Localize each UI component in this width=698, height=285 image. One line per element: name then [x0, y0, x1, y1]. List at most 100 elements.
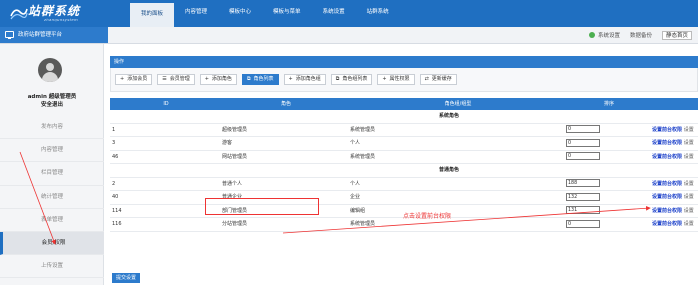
cell-id: 1: [112, 126, 116, 133]
toolbar-button[interactable]: + 添加角色: [199, 74, 237, 85]
sort-input[interactable]: 132: [566, 192, 600, 201]
cell-action: 设置前台权限 设置: [652, 205, 698, 218]
cell-action: 设置前台权限 设置: [652, 124, 698, 137]
set-link[interactable]: 设置: [684, 181, 694, 187]
toolbar-button-label: 添加会员: [127, 76, 148, 82]
cell-sort: 131: [566, 205, 652, 218]
data-backup-link[interactable]: 数据备份: [630, 31, 652, 39]
sort-input[interactable]: 131: [566, 206, 600, 214]
table-row: 116 分站管理员 系统管理员 0 设置前台权限 设置: [110, 218, 698, 232]
table-header: ID 角色 角色组/组型 排序: [110, 98, 698, 110]
nav-item[interactable]: 我的面板: [130, 0, 175, 27]
toolbar-button[interactable]: + 属性权限: [377, 74, 415, 85]
platform-label: 政府站群管理平台: [18, 32, 63, 38]
sort-input[interactable]: 0: [566, 125, 600, 133]
nav-item[interactable]: 内容管理: [174, 0, 218, 27]
set-frontend-permission-link[interactable]: 设置前台权限: [652, 181, 682, 187]
sidebar: admin 超级管理员 安全退出 发布内容 内容管理 栏目管理 统计管理 表单管理 会员/…: [0, 44, 104, 285]
cell-id: 46: [112, 153, 119, 160]
sort-input[interactable]: 0: [566, 219, 600, 228]
toolbar-button[interactable]: ⧉ 角色组列表: [330, 74, 373, 85]
avatar-head: [46, 63, 54, 71]
toolbar: + 添加会员 ☰ 会员管理 + 添加角色 ⧉ 角色列表 + 添加角色组 ⧉ 角色组列表 + 属性权限 ⇄ 更新…: [110, 68, 698, 92]
toolbar-button[interactable]: ☰ 会员管理: [157, 74, 195, 85]
set-frontend-permission-link[interactable]: 设置前台权限: [652, 194, 682, 200]
sidebar-item[interactable]: 栏目管理: [0, 162, 104, 186]
static-home-button[interactable]: 静态首页: [661, 30, 692, 40]
cell-sort: 0: [566, 218, 652, 231]
avatar[interactable]: [38, 58, 62, 82]
toolbar-button-label: 添加角色: [211, 76, 232, 82]
cell-action: 设置前台权限 设置: [652, 191, 698, 204]
toolbar-button-icon: ⧉: [246, 76, 251, 82]
set-frontend-permission-link[interactable]: 设置前台权限: [652, 208, 682, 214]
submit-button[interactable]: 提交设置: [112, 273, 141, 283]
set-frontend-permission-link[interactable]: 设置前台权限: [652, 221, 682, 227]
header-sort: 排序: [603, 101, 614, 107]
nav-item[interactable]: 模板与菜单: [262, 0, 312, 27]
toolbar-button-icon: +: [204, 76, 209, 82]
header-role: 角色: [280, 101, 291, 107]
cell-action: 设置前台权限 设置: [652, 151, 698, 164]
set-link[interactable]: 设置: [684, 140, 694, 146]
set-link[interactable]: 设置: [684, 208, 694, 214]
sidebar-item[interactable]: 会员/权限: [0, 231, 104, 256]
header-id: ID: [163, 101, 169, 107]
table-row: 40 普通企业 企业 132 设置前台权限 设置: [110, 191, 698, 205]
sidebar-item[interactable]: 表单管理: [0, 209, 104, 232]
nav-item[interactable]: 模板中心: [218, 0, 262, 27]
user-name: admin 超级管理员: [27, 94, 77, 100]
app-subtitle: zhanqunsystem: [44, 17, 78, 22]
toolbar-button-icon: ⧉: [335, 76, 340, 82]
table-row: 3 游客 个人 0 设置前台权限 设置: [110, 137, 698, 151]
toolbar-button-icon: ⇄: [424, 76, 429, 82]
toolbar-button[interactable]: ⧉ 角色列表: [241, 74, 279, 85]
cell-role: 网站管理员: [222, 153, 248, 160]
table-row: 1 超级管理员 系统管理员 0 设置前台权限 设置: [110, 124, 698, 137]
nav-item[interactable]: 站群系统: [356, 0, 400, 27]
cell-action: 设置前台权限 设置: [652, 178, 698, 191]
toolbar-button-icon: +: [382, 76, 387, 82]
header-group: 角色组/组型: [444, 101, 472, 107]
cell-sort: 0: [566, 124, 652, 137]
logout-link[interactable]: 安全退出: [0, 100, 104, 108]
toolbar-button-label: 会员管理: [169, 76, 190, 82]
cell-role: 游客: [222, 140, 233, 146]
set-frontend-permission-link[interactable]: 设置前台权限: [652, 127, 682, 133]
sidebar-item[interactable]: 统计管理: [0, 186, 104, 209]
main-nav: 我的面板 内容管理 模板中心 模板与菜单 系统设置 站群系统: [130, 0, 400, 27]
sort-input[interactable]: 0: [566, 138, 600, 147]
sidebar-item[interactable]: 发布内容: [0, 116, 104, 140]
toolbar-button[interactable]: ⇄ 更新缓存: [419, 74, 457, 85]
group-header-row: 普通角色: [110, 164, 698, 178]
set-link[interactable]: 设置: [684, 154, 694, 160]
system-settings-link[interactable]: 系统设置: [588, 31, 620, 39]
toolbar-button-icon: +: [288, 76, 293, 82]
platform-title[interactable]: 政府站群管理平台: [0, 27, 108, 43]
cell-group: 个人: [350, 180, 361, 187]
cell-id: 3: [112, 140, 116, 146]
panel-title: 操作: [110, 56, 698, 68]
sidebar-item[interactable]: 内容管理: [0, 139, 104, 163]
sidebar-item[interactable]: 上传设置: [0, 255, 104, 279]
sidebar-menu: 发布内容 内容管理 栏目管理 统计管理 表单管理 会员/权限 上传设置: [0, 116, 104, 279]
annotation-highlight-box: [205, 198, 319, 215]
cell-group: 个人: [350, 140, 361, 146]
table-row: 46 网站管理员 系统管理员 0 设置前台权限 设置: [110, 151, 698, 164]
set-link[interactable]: 设置: [684, 194, 694, 200]
set-frontend-permission-link[interactable]: 设置前台权限: [652, 154, 682, 160]
cell-role: 分站管理员: [222, 221, 248, 227]
toolbar-button-icon: +: [120, 76, 125, 82]
gear-icon: [588, 32, 595, 38]
set-link[interactable]: 设置: [684, 221, 694, 227]
toolbar-button[interactable]: + 添加角色组: [283, 74, 326, 85]
sort-input[interactable]: 188: [566, 179, 600, 187]
cell-group: 企业: [350, 194, 361, 200]
header-action: [652, 98, 698, 110]
set-link[interactable]: 设置: [684, 127, 694, 133]
sort-input[interactable]: 0: [566, 152, 600, 160]
cell-sort: 0: [566, 137, 652, 150]
set-frontend-permission-link[interactable]: 设置前台权限: [652, 140, 682, 146]
nav-item[interactable]: 系统设置: [312, 0, 356, 27]
toolbar-button[interactable]: + 添加会员: [115, 74, 153, 85]
